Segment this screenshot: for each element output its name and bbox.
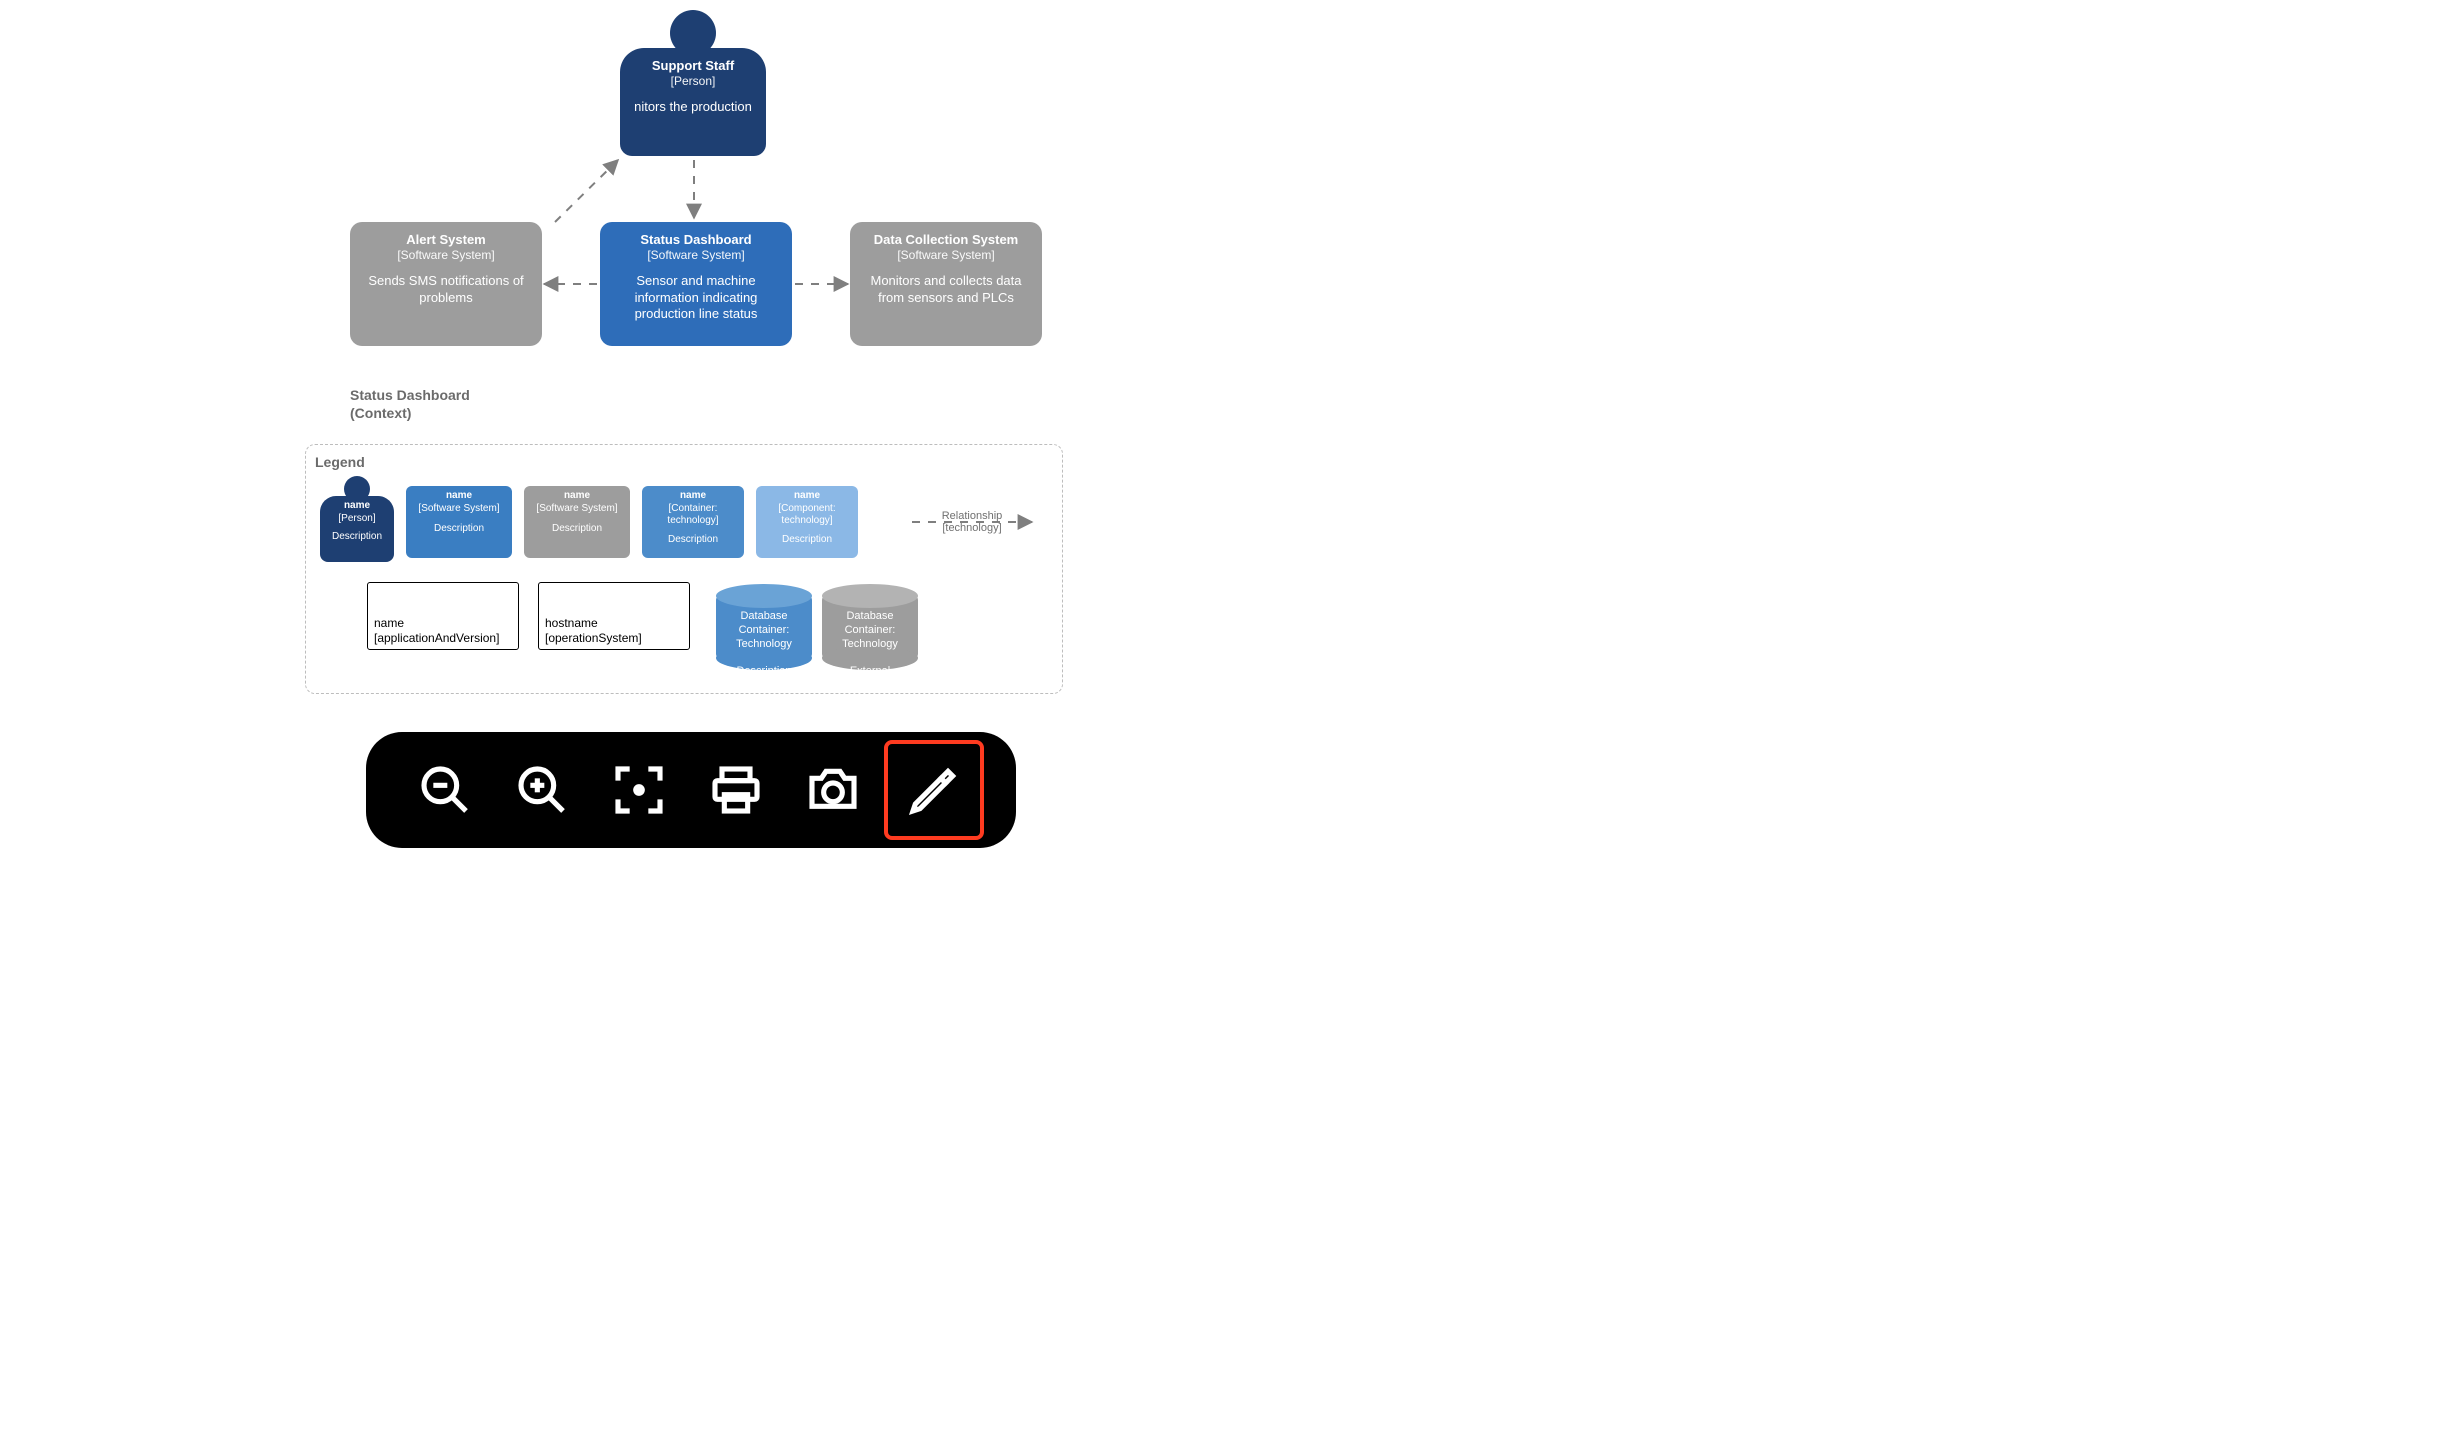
zoom-out-button[interactable] xyxy=(399,744,491,836)
node-status-dashboard[interactable]: Status Dashboard [Software System] Senso… xyxy=(600,222,792,346)
legend-co-name: name xyxy=(794,490,820,503)
edit-button[interactable] xyxy=(884,740,984,840)
legend-relationship: Relationship [technology] xyxy=(922,510,1022,534)
caption-l2: (Context) xyxy=(350,404,470,422)
node-data-collection[interactable]: Data Collection System [Software System]… xyxy=(850,222,1042,346)
dc-title: Data Collection System xyxy=(874,232,1019,248)
legend-si-sub: [Software System] xyxy=(418,503,499,516)
legend-db2-desc: External xyxy=(850,665,890,677)
caption-l1: Status Dashboard xyxy=(350,386,470,404)
alert-subtype: [Software System] xyxy=(397,248,494,263)
legend-db1-name: Database xyxy=(740,610,787,622)
print-button[interactable] xyxy=(690,744,782,836)
dc-subtype: [Software System] xyxy=(897,248,994,263)
snapshot-button[interactable] xyxy=(787,744,879,836)
legend-person-sub: [Person] xyxy=(338,513,375,526)
legend-container: name [Container: technology] Description xyxy=(642,486,744,558)
alert-title: Alert System xyxy=(406,232,485,248)
legend-title: Legend xyxy=(315,454,365,470)
legend-software-ext: name [Software System] Description xyxy=(524,486,630,558)
sd-title: Status Dashboard xyxy=(640,232,751,248)
zoom-fit-button[interactable] xyxy=(593,744,685,836)
legend-database-external: Database Container: Technology External xyxy=(822,584,918,670)
legend-db1-sub: Container: Technology xyxy=(736,624,792,650)
legend-se-sub: [Software System] xyxy=(536,503,617,516)
node-alert-system[interactable]: Alert System [Software System] Sends SMS… xyxy=(350,222,542,346)
legend-component: name [Component: technology] Description xyxy=(756,486,858,558)
toolbar xyxy=(366,732,1016,848)
zoom-fit-icon xyxy=(611,762,667,818)
legend-panel xyxy=(305,444,1063,694)
legend-db1-desc: Description xyxy=(736,665,791,677)
pencil-icon xyxy=(906,762,962,818)
legend-db2-sub: Container: Technology xyxy=(842,624,898,650)
stage: Support Staff [Person] nitors the produc… xyxy=(0,0,2458,1440)
alert-desc: Sends SMS notifications of problems xyxy=(358,273,534,306)
dc-desc: Monitors and collects data from sensors … xyxy=(858,273,1034,306)
legend-co-sub: [Component: technology] xyxy=(760,503,854,528)
zoom-in-icon xyxy=(514,762,570,818)
legend-person-name: name xyxy=(344,500,370,513)
legend-person-desc: Description xyxy=(332,531,382,544)
actor-subtype: [Person] xyxy=(671,74,716,89)
legend-co-desc: Description xyxy=(782,534,832,547)
legend-db2-name: Database xyxy=(846,610,893,622)
legend-person: name [Person] Description xyxy=(320,496,394,562)
sd-subtype: [Software System] xyxy=(647,248,744,263)
legend-se-desc: Description xyxy=(552,523,602,536)
legend-host-l1: hostname xyxy=(545,616,598,630)
arrow-layer xyxy=(0,0,2458,1440)
legend-host-l2: [operationSystem] xyxy=(545,631,642,645)
legend-c-sub: [Container: technology] xyxy=(646,503,740,528)
sd-desc: Sensor and machine information indicatin… xyxy=(608,273,784,322)
legend-host-node: hostname [operationSystem] xyxy=(538,582,690,650)
legend-si-desc: Description xyxy=(434,523,484,536)
legend-rel-tech: [technology] xyxy=(942,522,1001,534)
print-icon xyxy=(708,762,764,818)
legend-c-desc: Description xyxy=(668,534,718,547)
legend-c-name: name xyxy=(680,490,706,503)
legend-app-l1: name xyxy=(374,616,404,630)
zoom-out-icon xyxy=(417,762,473,818)
actor-desc: nitors the production xyxy=(634,99,752,115)
legend-se-name: name xyxy=(564,490,590,503)
camera-icon xyxy=(805,762,861,818)
actor-title: Support Staff xyxy=(652,58,734,74)
legend-si-name: name xyxy=(446,490,472,503)
legend-software-int: name [Software System] Description xyxy=(406,486,512,558)
legend-app-l2: [applicationAndVersion] xyxy=(374,631,499,645)
legend-database-internal: Database Container: Technology Descripti… xyxy=(716,584,812,670)
zoom-in-button[interactable] xyxy=(496,744,588,836)
diagram-caption: Status Dashboard (Context) xyxy=(350,386,470,422)
legend-application-node: name [applicationAndVersion] xyxy=(367,582,519,650)
legend-rel-label: Relationship xyxy=(942,510,1003,522)
actor-support-staff[interactable]: Support Staff [Person] nitors the produc… xyxy=(620,48,766,156)
